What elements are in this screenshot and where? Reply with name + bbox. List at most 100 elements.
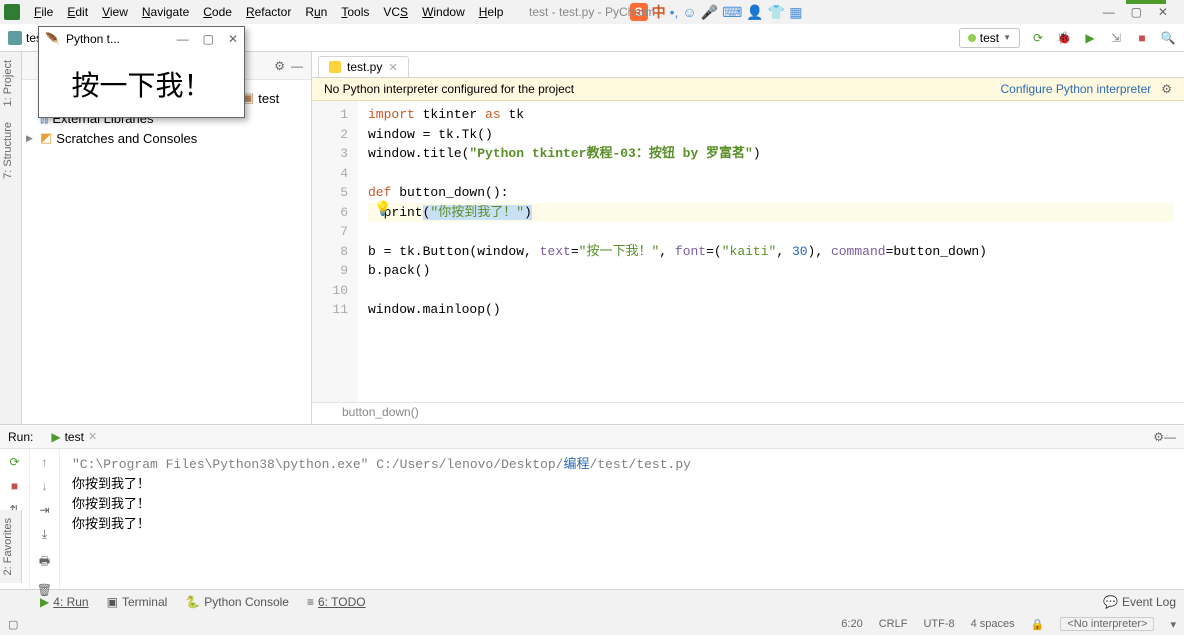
left-tool-strip: 1: Project 7: Structure: [0, 52, 22, 424]
tkinter-popup-window[interactable]: 🪶 Python t... — ▢ ✕ 按一下我！: [38, 26, 245, 118]
editor-area: test.py ✕ No Python interpreter configur…: [312, 52, 1184, 424]
run-body: ⟳ ■ ⇅ 📌 ↑ ↓ ⇥ ⤓ 🖶 🗑 "C:\Program Files\Py…: [0, 449, 1184, 589]
run-config-selector[interactable]: test ▼: [959, 28, 1020, 48]
up-icon[interactable]: ↑: [42, 455, 48, 469]
ime-mic-icon[interactable]: 🎤: [701, 4, 718, 21]
debug-icon[interactable]: 🐞: [1056, 30, 1072, 46]
configure-interpreter-link[interactable]: Configure Python interpreter: [1000, 82, 1151, 96]
output-line: 你按到我了！: [72, 475, 1172, 495]
expand-icon: ▶: [26, 133, 36, 144]
toolbar-actions: test ▼ ⟳ 🐞 ▶ ⇲ ■ 🔍: [959, 28, 1176, 48]
structure-tool-tab[interactable]: 7: Structure: [0, 114, 21, 187]
ime-user-icon[interactable]: 👤: [746, 4, 763, 21]
menu-edit[interactable]: Edit: [61, 3, 94, 21]
menu-refactor[interactable]: Refactor: [240, 3, 297, 21]
run-tool-button[interactable]: ▶4: Run: [40, 595, 89, 609]
scroll-icon[interactable]: ⤓: [42, 527, 47, 542]
stop-icon[interactable]: ■: [1134, 30, 1150, 46]
interpreter-banner: No Python interpreter configured for the…: [312, 78, 1184, 101]
run-hide-icon[interactable]: —: [1164, 430, 1176, 444]
popup-title-text: Python t...: [66, 32, 171, 46]
ime-skin-icon[interactable]: 👕: [768, 4, 785, 21]
menu-window[interactable]: Window: [416, 3, 471, 21]
cursor-position[interactable]: 6:20: [841, 618, 862, 630]
menu-navigate[interactable]: Navigate: [136, 3, 195, 21]
minimize-icon[interactable]: —: [1103, 5, 1115, 19]
print-icon[interactable]: 🖶: [39, 552, 50, 573]
stop-run-icon[interactable]: ■: [11, 479, 18, 493]
ime-keyboard-icon[interactable]: ⌨: [722, 4, 742, 21]
run-config-label: test: [980, 31, 999, 45]
ime-tool-icon[interactable]: ▦: [789, 4, 802, 21]
tree-label: Scratches and Consoles: [56, 131, 197, 146]
run-cmd-path1: C:/Users/lenovo/Desktop/: [368, 457, 563, 472]
line-gutter: 1234567891011: [312, 101, 358, 402]
popup-maximize-icon[interactable]: ▢: [203, 32, 214, 46]
project-settings-icon[interactable]: ⚙: [274, 59, 285, 73]
menu-view[interactable]: View: [96, 3, 134, 21]
wrap-icon[interactable]: ⇥: [39, 503, 49, 517]
rerun-icon[interactable]: ⟳: [9, 455, 19, 469]
project-root-icon: [8, 31, 22, 45]
run-play-icon[interactable]: ▶: [1082, 30, 1098, 46]
left-tool-strip-bottom: 2: Favorites: [0, 510, 22, 583]
intention-bulb-icon[interactable]: 💡: [374, 200, 391, 217]
ime-toolbar: S 中 •, ☺ 🎤 ⌨ 👤 👕 ▦: [630, 2, 803, 22]
run-cmd-path2: /test/test.py: [590, 457, 691, 472]
output-line: 你按到我了！: [72, 495, 1172, 515]
chevron-down-icon: ▼: [1003, 33, 1011, 42]
menu-items: File Edit View Navigate Code Refactor Ru…: [28, 3, 509, 21]
run-cmd-exe: "C:\Program Files\Python38\python.exe": [72, 457, 368, 472]
line-separator[interactable]: CRLF: [879, 618, 908, 630]
reload-icon[interactable]: ⟳: [1030, 30, 1046, 46]
run-cmd-pathcn: 编程: [564, 457, 590, 472]
todo-tool-button[interactable]: ≡ 6: TODO: [307, 595, 366, 609]
run-label: Run:: [8, 430, 33, 444]
file-encoding[interactable]: UTF-8: [923, 618, 954, 630]
popup-titlebar[interactable]: 🪶 Python t... — ▢ ✕: [39, 27, 244, 51]
window-accent: [1126, 0, 1166, 4]
menu-vcs[interactable]: VCS: [377, 3, 414, 21]
menu-tools[interactable]: Tools: [335, 3, 375, 21]
code-editor[interactable]: 1234567891011 import tkinter as tk windo…: [312, 101, 1184, 402]
project-hide-icon[interactable]: —: [291, 59, 303, 73]
down-icon[interactable]: ↓: [42, 479, 48, 493]
run-tab-test[interactable]: ▶test✕: [43, 428, 105, 446]
project-tool-tab[interactable]: 1: Project: [0, 52, 21, 114]
tree-node-scratches[interactable]: ▶ ◩ Scratches and Consoles: [26, 128, 307, 148]
ime-emoji-icon[interactable]: ☺: [682, 4, 696, 20]
menubar: File Edit View Navigate Code Refactor Ru…: [0, 0, 1184, 24]
run-output[interactable]: "C:\Program Files\Python38\python.exe" C…: [60, 449, 1184, 589]
status-bar: ▢ 6:20 CRLF UTF-8 4 spaces 🔒 <No interpr…: [0, 613, 1184, 635]
menu-help[interactable]: Help: [473, 3, 510, 21]
run-settings-icon[interactable]: ⚙: [1153, 430, 1164, 444]
menu-file[interactable]: File: [28, 3, 59, 21]
editor-scope-breadcrumb[interactable]: button_down(): [312, 402, 1184, 424]
editor-tab-testpy[interactable]: test.py ✕: [318, 56, 409, 77]
tab-close-icon[interactable]: ✕: [388, 61, 397, 74]
window-title: test - test.py - PyCharm: [529, 5, 655, 19]
ime-punct-icon[interactable]: •,: [670, 4, 679, 20]
popup-button[interactable]: 按一下我！: [39, 51, 244, 117]
python-console-button[interactable]: 🐍 Python Console: [185, 595, 289, 609]
popup-minimize-icon[interactable]: —: [177, 32, 189, 46]
attach-icon[interactable]: ⇲: [1108, 30, 1124, 46]
tk-feather-icon: 🪶: [45, 32, 60, 46]
close-icon[interactable]: ✕: [1158, 5, 1168, 19]
tab-label: test.py: [347, 60, 382, 74]
indent-setting[interactable]: 4 spaces: [971, 618, 1015, 630]
maximize-icon[interactable]: ▢: [1131, 5, 1142, 19]
banner-settings-icon[interactable]: ⚙: [1161, 82, 1172, 96]
search-icon[interactable]: 🔍: [1160, 30, 1176, 46]
menu-code[interactable]: Code: [197, 3, 238, 21]
pycharm-icon: [4, 4, 20, 20]
window-controls: — ▢ ✕: [1103, 5, 1180, 19]
popup-close-icon[interactable]: ✕: [228, 32, 238, 46]
run-tab-label: test: [65, 430, 84, 444]
favorites-tool-tab[interactable]: 2: Favorites: [0, 510, 21, 583]
code-content[interactable]: import tkinter as tk window = tk.Tk() wi…: [358, 101, 1184, 402]
terminal-tool-button[interactable]: ▣ Terminal: [107, 595, 168, 609]
event-log-button[interactable]: 💬 Event Log: [1103, 595, 1176, 609]
menu-run[interactable]: Run: [299, 3, 333, 21]
run-tool-window: Run: ▶test✕ ⚙ — ⟳ ■ ⇅ 📌 ↑ ↓ ⇥ ⤓ 🖶 🗑 "C:\…: [0, 424, 1184, 589]
